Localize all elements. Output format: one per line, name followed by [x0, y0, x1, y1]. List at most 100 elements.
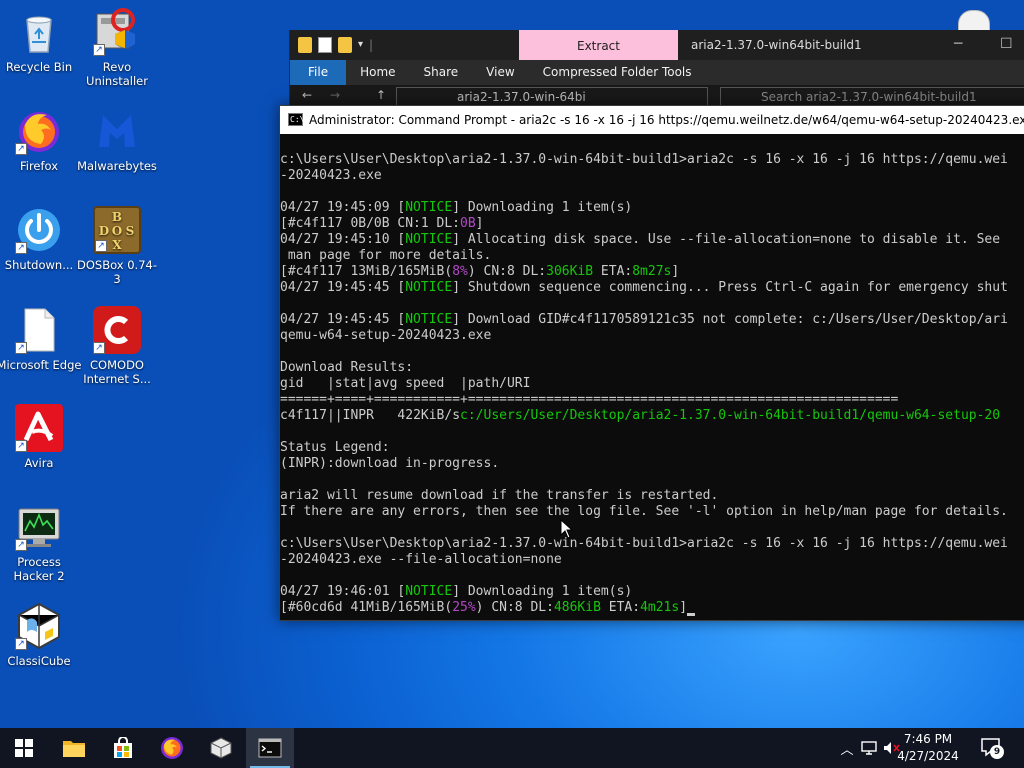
explorer-titlebar[interactable]: ▾ | Extract aria2-1.37.0-win64bit-build1…	[290, 30, 1024, 60]
terminal-line: qemu-w64-setup-20240423.exe	[280, 328, 492, 343]
store-icon	[114, 737, 132, 758]
terminal-highlight: 8%	[452, 264, 468, 279]
up-icon[interactable]: ↑	[376, 88, 386, 102]
terminal-line: [#c4f117 13MiB/165MiB(8%) CN:8 DL:306KiB…	[280, 264, 680, 279]
cmd-titlebar[interactable]: C:\ Administrator: Command Prompt - aria…	[280, 106, 1024, 134]
start-button[interactable]	[0, 728, 48, 768]
file-explorer-icon	[63, 741, 85, 757]
dosbox-glyph-d: D	[99, 224, 109, 238]
back-icon[interactable]: ←	[302, 88, 312, 102]
dosbox-glyph-s: S	[126, 224, 135, 238]
file-explorer-window[interactable]: ▾ | Extract aria2-1.37.0-win64bit-build1…	[289, 30, 1024, 110]
shortcut-arrow-icon: ↗	[15, 342, 27, 354]
network-icon[interactable]	[860, 740, 880, 756]
tab-extract[interactable]: Extract	[519, 30, 678, 60]
command-prompt-window[interactable]: C:\ Administrator: Command Prompt - aria…	[279, 105, 1024, 621]
folder-icon[interactable]	[298, 37, 312, 53]
tab-home[interactable]: Home	[346, 60, 409, 85]
terminal-line: -20240423.exe	[280, 168, 382, 183]
dosbox-glyph-o: O	[112, 224, 122, 238]
taskbar-clock[interactable]: 7:46 PM 4/27/2024	[888, 731, 968, 765]
terminal-line: Download Results:	[280, 360, 414, 375]
taskbar: ︿ 7:46 PM 4/27/2024 9	[0, 728, 1024, 768]
desktop-icon-partial[interactable]	[958, 10, 990, 32]
dosbox-icon: B D O S X ↗	[93, 206, 141, 254]
notifications-button[interactable]: 9	[980, 737, 1004, 759]
shortcut-arrow-icon: ↗	[15, 143, 27, 155]
tab-view[interactable]: View	[472, 60, 528, 85]
shortcut-arrow-icon: ↗	[93, 342, 105, 354]
desktop-icon-avira[interactable]: ↗ Avira	[0, 404, 84, 470]
desktop-icon-label: Process Hacker 2	[13, 555, 65, 583]
desktop-icon-dosbox[interactable]: B D O S X ↗ DOSBox 0.74-3	[72, 206, 162, 286]
comodo-icon: ↗	[93, 306, 141, 354]
chevron-up-icon[interactable]: ︿	[838, 739, 856, 758]
classicube-icon: ↗	[15, 602, 63, 650]
shortcut-arrow-icon: ↗	[93, 44, 105, 56]
address-bar[interactable]: aria2-1.37.0-win-64bi	[396, 87, 708, 107]
cmd-title: Administrator: Command Prompt - aria2c -…	[309, 113, 1024, 127]
maximize-icon[interactable]: ☐	[1000, 36, 1013, 52]
explorer-title: aria2-1.37.0-win64bit-build1	[691, 38, 862, 52]
terminal-highlight: NOTICE	[405, 232, 453, 247]
dosbox-glyph-x: X	[112, 238, 122, 252]
taskbar-classicube[interactable]	[197, 728, 245, 768]
desktop-icon-comodo[interactable]: ↗ COMODO Internet S...	[72, 306, 162, 386]
clock-date: 4/27/2024	[897, 749, 959, 763]
terminal-output[interactable]: c:\Users\User\Desktop\aria2-1.37.0-win-6…	[280, 134, 1024, 620]
terminal-line: 04/27 19:45:09 [NOTICE] Downloading 1 it…	[280, 200, 633, 215]
start-icon	[15, 739, 33, 757]
address-path: aria2-1.37.0-win-64bi	[457, 90, 586, 104]
tab-file[interactable]: File	[290, 60, 347, 85]
new-folder-icon[interactable]	[338, 37, 352, 53]
command-prompt-icon: C:\	[288, 113, 305, 126]
shortcut-arrow-icon: ↗	[15, 242, 27, 254]
desktop-icon-process-hacker[interactable]: ↗ Process Hacker 2	[0, 503, 84, 583]
firefox-icon: ↗	[15, 107, 63, 155]
minimize-icon[interactable]: ─	[954, 36, 962, 52]
desktop-icon-classicube[interactable]: ↗ ClassiCube	[0, 602, 84, 668]
divider: |	[369, 38, 374, 52]
terminal-highlight: 8m27s	[632, 264, 672, 279]
terminal-highlight: 25%	[452, 600, 476, 615]
shortcut-arrow-icon: ↗	[95, 240, 107, 252]
tab-share[interactable]: Share	[410, 60, 473, 85]
desktop-icon-malwarebytes[interactable]: Malwarebytes	[72, 107, 162, 173]
terminal-line: 04/27 19:45:10 [NOTICE] Allocating disk …	[280, 232, 1001, 247]
desktop-icon-label: ClassiCube	[7, 654, 71, 668]
terminal-line: c4f117||INPR 422KiB/sc:/Users/User/Deskt…	[280, 408, 1001, 423]
terminal-line: man page for more details.	[280, 248, 492, 263]
recycle-bin-icon	[15, 8, 63, 56]
terminal-line: gid |stat|avg speed |path/URI	[280, 376, 531, 391]
shortcut-arrow-icon: ↗	[15, 440, 27, 452]
terminal-highlight: 306KiB	[546, 264, 594, 279]
desktop-icon-label: DOSBox 0.74-3	[77, 258, 157, 286]
search-box[interactable]: Search aria2-1.37.0-win64bit-build1	[720, 87, 1024, 107]
terminal-highlight: NOTICE	[405, 584, 453, 599]
terminal-line: 04/27 19:45:45 [NOTICE] Shutdown sequenc…	[280, 280, 1008, 295]
taskbar-command-prompt[interactable]	[246, 728, 294, 768]
forward-icon[interactable]: →	[330, 88, 340, 102]
taskbar-store[interactable]	[99, 728, 147, 768]
terminal-line: aria2 will resume download if the transf…	[280, 488, 719, 503]
desktop-icon-revo-uninstaller[interactable]: ↗ Revo Uninstaller	[72, 8, 162, 88]
terminal-line: If there are any errors, then see the lo…	[280, 504, 1008, 519]
taskbar-firefox[interactable]	[148, 728, 196, 768]
desktop-icon-label: Avira	[24, 456, 54, 470]
explorer-ribbon-tabs: File Home Share View Compressed Folder T…	[290, 60, 1024, 85]
taskbar-file-explorer[interactable]	[50, 728, 98, 768]
desktop-icon-label: COMODO Internet S...	[83, 358, 151, 386]
shortcut-arrow-icon: ↗	[15, 638, 27, 650]
clock-time: 7:46 PM	[903, 732, 953, 746]
chevron-down-icon[interactable]: ▾	[358, 37, 363, 53]
process-hacker-icon: ↗	[15, 503, 63, 551]
terminal-line: [#60cd6d 41MiB/165MiB(25%) CN:8 DL:486Ki…	[280, 600, 1024, 616]
properties-icon[interactable]	[318, 37, 332, 53]
tab-compressed-folder-tools[interactable]: Compressed Folder Tools	[529, 60, 706, 85]
